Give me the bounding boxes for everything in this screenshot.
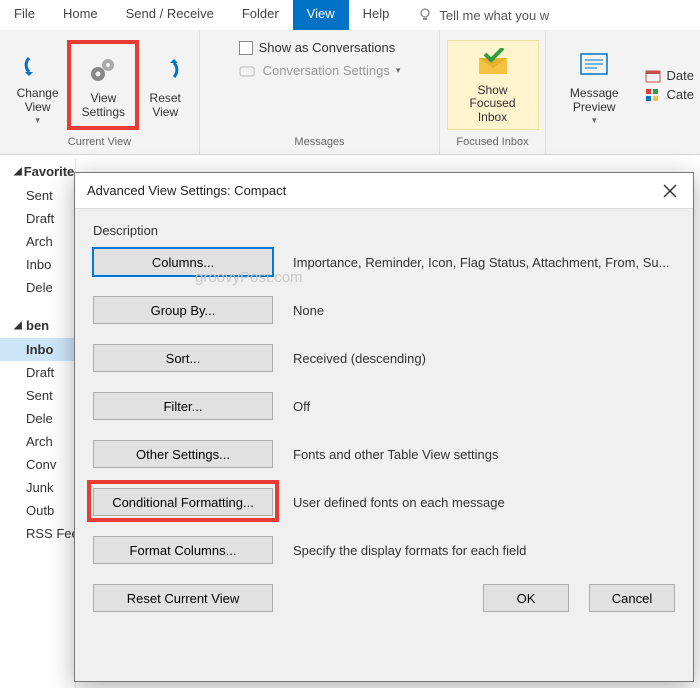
menu-view[interactable]: View xyxy=(293,0,349,30)
folder-nav-pane: ◢ Favorites Sent Draft Arch Inbo Dele ◢ … xyxy=(0,159,76,688)
favorites-label: Favorites xyxy=(24,164,76,179)
main-menu-bar: File Home Send / Receive Folder View Hel… xyxy=(0,0,700,30)
conditional-formatting-value: User defined fonts on each message xyxy=(293,495,675,510)
focused-inbox-icon xyxy=(475,48,511,78)
columns-button[interactable]: Columns... xyxy=(93,248,273,276)
change-view-button[interactable]: Change View▾ xyxy=(6,41,69,129)
checkbox-icon xyxy=(239,41,253,55)
list-item[interactable]: Conv xyxy=(0,453,75,476)
tell-me-label: Tell me what you w xyxy=(439,8,549,23)
advanced-view-settings-dialog: Advanced View Settings: Compact Descript… xyxy=(74,172,694,682)
menu-file[interactable]: File xyxy=(0,0,49,30)
conversation-icon xyxy=(239,64,257,78)
menu-send-receive[interactable]: Send / Receive xyxy=(112,0,228,30)
list-item[interactable]: Sent xyxy=(0,384,75,407)
calendar-icon xyxy=(645,69,661,83)
columns-value: Importance, Reminder, Icon, Flag Status,… xyxy=(293,255,675,270)
menu-folder[interactable]: Folder xyxy=(228,0,293,30)
account-label: ben xyxy=(26,318,49,333)
group-by-button[interactable]: Group By... xyxy=(93,296,273,324)
dialog-title-text: Advanced View Settings: Compact xyxy=(87,183,286,198)
reset-view-button[interactable]: Reset View xyxy=(137,46,193,124)
list-item[interactable]: Sent xyxy=(0,184,75,207)
list-item[interactable]: Dele xyxy=(0,407,75,430)
other-settings-button[interactable]: Other Settings... xyxy=(93,440,273,468)
message-preview-icon xyxy=(579,52,609,78)
list-item[interactable]: Dele xyxy=(0,276,75,299)
message-preview-label: Message Preview xyxy=(558,87,631,115)
conversation-settings-label: Conversation Settings xyxy=(263,63,390,78)
show-focused-inbox-button[interactable]: Show Focused Inbox xyxy=(447,40,539,130)
nav-account-header[interactable]: ◢ ben xyxy=(0,313,75,338)
list-item[interactable]: Outb xyxy=(0,499,75,522)
sort-button[interactable]: Sort... xyxy=(93,344,273,372)
group-arrangement: Message Preview▾ Date Cate xyxy=(546,30,700,154)
caret-icon: ◢ xyxy=(14,320,24,331)
arrange-date-label: Date xyxy=(667,68,694,83)
reset-current-view-button[interactable]: Reset Current View xyxy=(93,584,273,612)
group-by-value: None xyxy=(293,303,675,318)
conversation-settings-button: Conversation Settings ▾ xyxy=(239,63,401,78)
sort-value: Received (descending) xyxy=(293,351,675,366)
group-messages: Show as Conversations Conversation Setti… xyxy=(200,30,440,154)
list-item[interactable]: Junk xyxy=(0,476,75,499)
account-folder-list: Inbo Draft Sent Dele Arch Conv Junk Outb… xyxy=(0,338,75,545)
group-focused-inbox: Show Focused Inbox Focused Inbox xyxy=(440,30,546,154)
filter-button[interactable]: Filter... xyxy=(93,392,273,420)
gear-icon xyxy=(86,55,120,85)
description-label: Description xyxy=(93,223,675,238)
ok-button[interactable]: OK xyxy=(483,584,569,612)
list-item[interactable]: Draft xyxy=(0,207,75,230)
format-columns-value: Specify the display formats for each fie… xyxy=(293,543,675,558)
reset-view-label: Reset View xyxy=(143,92,187,120)
arrange-by-categories[interactable]: Cate xyxy=(645,87,694,102)
list-item[interactable]: Arch xyxy=(0,230,75,253)
list-item[interactable]: Draft xyxy=(0,361,75,384)
close-button[interactable] xyxy=(659,180,681,202)
group-label-current-view: Current View xyxy=(68,136,131,148)
view-settings-button[interactable]: View Settings xyxy=(71,46,135,124)
show-conversations-label: Show as Conversations xyxy=(259,40,396,55)
group-label-focused-inbox: Focused Inbox xyxy=(456,136,528,148)
menu-help[interactable]: Help xyxy=(349,0,404,30)
format-columns-button[interactable]: Format Columns... xyxy=(93,536,273,564)
message-preview-button[interactable]: Message Preview▾ xyxy=(552,41,637,129)
list-item[interactable]: RSS Feeds xyxy=(0,522,75,545)
caret-icon: ◢ xyxy=(14,166,22,177)
list-item[interactable]: Arch xyxy=(0,430,75,453)
list-item[interactable]: Inbo xyxy=(0,253,75,276)
tell-me-search[interactable]: Tell me what you w xyxy=(403,0,563,30)
change-view-label: Change View xyxy=(12,87,63,115)
group-label-messages: Messages xyxy=(294,136,344,148)
reset-view-icon xyxy=(150,55,180,85)
change-view-icon xyxy=(23,50,53,80)
conditional-formatting-button[interactable]: Conditional Formatting... xyxy=(93,488,273,516)
group-current-view: Change View▾ View Settings Reset View Cu… xyxy=(0,30,200,154)
arrange-cat-label: Cate xyxy=(667,87,694,102)
favorites-list: Sent Draft Arch Inbo Dele xyxy=(0,184,75,299)
ribbon: Change View▾ View Settings Reset View Cu… xyxy=(0,30,700,155)
arrange-by-date[interactable]: Date xyxy=(645,68,694,83)
categories-icon xyxy=(645,88,661,102)
dialog-body: Description groovyPost.com Columns... Im… xyxy=(75,209,693,681)
dialog-titlebar: Advanced View Settings: Compact xyxy=(75,173,693,209)
view-settings-label: View Settings xyxy=(77,92,129,120)
cancel-button[interactable]: Cancel xyxy=(589,584,675,612)
focused-inbox-label: Show Focused Inbox xyxy=(454,84,532,125)
nav-favorites-header[interactable]: ◢ Favorites xyxy=(0,159,75,184)
filter-value: Off xyxy=(293,399,675,414)
lightbulb-icon xyxy=(417,7,433,23)
list-item[interactable]: Inbo xyxy=(0,338,75,361)
close-icon xyxy=(663,184,677,198)
other-settings-value: Fonts and other Table View settings xyxy=(293,447,675,462)
menu-home[interactable]: Home xyxy=(49,0,112,30)
show-conversations-toggle[interactable]: Show as Conversations xyxy=(239,40,396,55)
